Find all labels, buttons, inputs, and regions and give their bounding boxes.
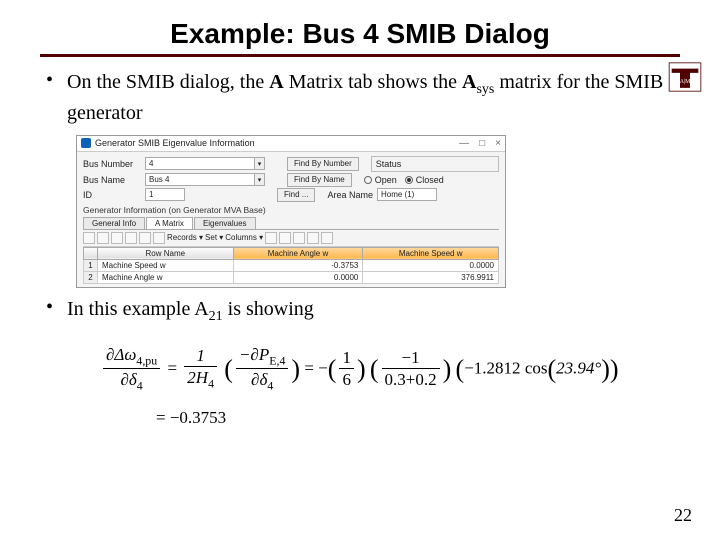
find-by-number-button[interactable]: Find By Number	[287, 157, 359, 171]
app-icon	[81, 138, 91, 148]
title-rule	[40, 54, 680, 57]
find-button[interactable]: Find ...	[277, 188, 315, 202]
toolbar-icon[interactable]	[125, 232, 137, 244]
tamu-logo: A|M	[668, 62, 702, 92]
page-number: 22	[674, 505, 692, 526]
smib-dialog: Generator SMIB Eigenvalue Information — …	[76, 135, 506, 288]
bus-name-label: Bus Name	[83, 175, 145, 185]
toolbar-records[interactable]: Records ▾	[167, 233, 203, 242]
status-closed-radio[interactable]: Closed	[405, 175, 444, 185]
table-row[interactable]: 2 Machine Angle w 0.0000 376.9911	[84, 271, 499, 283]
toolbar-icon[interactable]	[321, 232, 333, 244]
status-label: Status	[376, 159, 402, 169]
col-rowname[interactable]: Row Name	[98, 247, 234, 259]
toolbar-icon[interactable]	[139, 232, 151, 244]
col-blank[interactable]	[84, 247, 98, 259]
toolbar-icon[interactable]	[265, 232, 277, 244]
tab-eigenvalues[interactable]: Eigenvalues	[194, 217, 256, 229]
grid-toolbar: Records ▾ Set ▾ Columns ▾	[83, 230, 499, 247]
equation: ∂Δω4,pu∂δ4 = 12H4 (−∂PE,4∂δ4) = −(16) (−…	[100, 345, 680, 428]
id-input[interactable]: 1	[145, 188, 185, 201]
bus-number-input[interactable]: 4	[145, 157, 255, 170]
equation-result: = −0.3753	[156, 408, 680, 428]
dialog-titlebar: Generator SMIB Eigenvalue Information — …	[77, 136, 505, 152]
area-name-input[interactable]: Home (1)	[377, 188, 437, 201]
dialog-title-text: Generator SMIB Eigenvalue Information	[95, 138, 255, 148]
toolbar-icon[interactable]	[111, 232, 123, 244]
bullet-2: • In this example A21 is showing	[46, 296, 680, 327]
status-open-radio[interactable]: Open	[364, 175, 397, 185]
bus-number-dropdown[interactable]: ▾	[255, 157, 265, 170]
close-button[interactable]: ×	[495, 138, 501, 149]
bus-name-dropdown[interactable]: ▾	[255, 173, 265, 186]
col-machine-angle[interactable]: Machine Angle w	[233, 247, 363, 259]
toolbar-icon[interactable]	[279, 232, 291, 244]
toolbar-set[interactable]: Set ▾	[205, 233, 223, 242]
minimize-button[interactable]: —	[459, 138, 469, 149]
slide-title: Example: Bus 4 SMIB Dialog	[40, 18, 680, 50]
tab-a-matrix[interactable]: A Matrix	[146, 217, 193, 229]
svg-text:A|M: A|M	[680, 79, 691, 85]
bus-name-input[interactable]: Bus 4	[145, 173, 255, 186]
tab-general-info[interactable]: General Info	[83, 217, 145, 229]
toolbar-columns[interactable]: Columns ▾	[225, 233, 263, 242]
maximize-button[interactable]: □	[479, 138, 485, 149]
id-label: ID	[83, 190, 145, 200]
toolbar-icon[interactable]	[153, 232, 165, 244]
a-matrix-table: Row Name Machine Angle w Machine Speed w…	[83, 247, 499, 284]
toolbar-icon[interactable]	[293, 232, 305, 244]
col-machine-speed[interactable]: Machine Speed w	[363, 247, 499, 259]
bullet-1: • On the SMIB dialog, the A Matrix tab s…	[46, 69, 680, 127]
toolbar-icon[interactable]	[83, 232, 95, 244]
toolbar-icon[interactable]	[97, 232, 109, 244]
bus-number-label: Bus Number	[83, 159, 145, 169]
find-by-name-button[interactable]: Find By Name	[287, 173, 352, 187]
area-name-label: Area Name	[327, 190, 373, 200]
table-row[interactable]: 1 Machine Speed w -0.3753 0.0000	[84, 259, 499, 271]
toolbar-icon[interactable]	[307, 232, 319, 244]
gen-info-section-label: Generator Information (on Generator MVA …	[83, 205, 499, 215]
